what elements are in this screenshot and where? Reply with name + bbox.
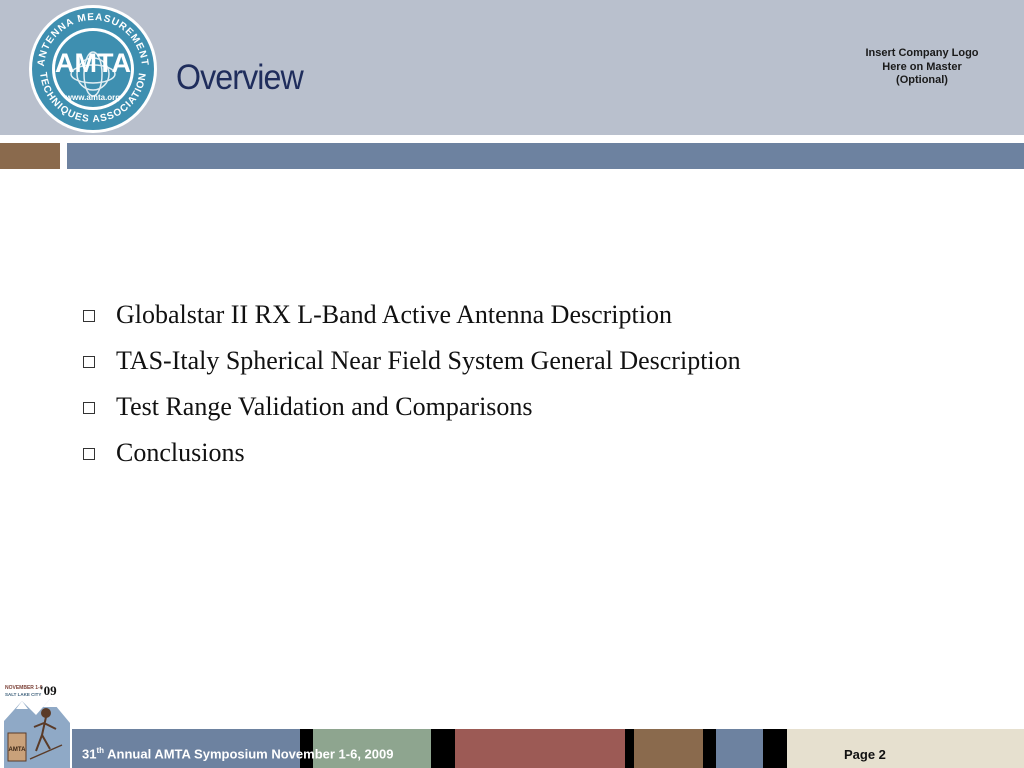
- company-logo-note-line: Here on Master: [882, 60, 962, 73]
- checkbox-bullet-icon: [83, 402, 95, 414]
- footer-segment-brown: [634, 729, 703, 768]
- checkbox-bullet-icon: [83, 448, 95, 460]
- footer-segment-red: [455, 729, 625, 768]
- logo-url: www.amta.org: [65, 93, 120, 102]
- accent-band-brown: [0, 143, 60, 169]
- slide-header: ANTENNA MEASUREMENT TECHNIQUES ASSOCIATI…: [0, 0, 1024, 135]
- footer-segment-beige: [787, 729, 1024, 768]
- amta-logo: ANTENNA MEASUREMENT TECHNIQUES ASSOCIATI…: [29, 5, 157, 133]
- event-number: 31: [82, 746, 97, 762]
- company-logo-note-line: (Optional): [896, 74, 948, 86]
- footer-segment-blue-2: [716, 729, 763, 768]
- slide-footer: 31th Annual AMTA Symposium November 1-6,…: [0, 729, 1024, 768]
- list-item: Globalstar II RX L-Band Active Antenna D…: [80, 296, 741, 342]
- footer-event-text: 31th Annual AMTA Symposium November 1-6,…: [82, 746, 393, 761]
- company-logo-placeholder: Insert Company Logo Here on Master (Opti…: [852, 47, 992, 88]
- checkbox-bullet-icon: [83, 356, 95, 368]
- footer-divider: [625, 729, 634, 768]
- bullet-text: Globalstar II RX L-Band Active Antenna D…: [116, 300, 672, 329]
- accent-band-blue: [67, 143, 1024, 169]
- footer-divider: [431, 729, 455, 768]
- page-number: Page 2: [844, 747, 886, 762]
- event-text: Annual AMTA Symposium November 1-6, 2009: [104, 746, 394, 762]
- list-item: TAS-Italy Spherical Near Field System Ge…: [80, 342, 741, 388]
- footer-divider: [703, 729, 716, 768]
- list-item: Conclusions: [80, 434, 741, 480]
- checkbox-bullet-icon: [83, 310, 95, 322]
- company-logo-note-line: Insert Company Logo: [865, 47, 979, 59]
- sym-logo-city: SALT LAKE CITY: [5, 692, 41, 697]
- sym-logo-date: NOVEMBER 1-6: [5, 685, 43, 691]
- bullet-list: Globalstar II RX L-Band Active Antenna D…: [80, 296, 741, 480]
- sym-logo-year: '09: [40, 683, 57, 698]
- logo-name: AMTA: [55, 48, 131, 78]
- bullet-text: Test Range Validation and Comparisons: [116, 392, 533, 421]
- footer-divider: [763, 729, 787, 768]
- bullet-text: Conclusions: [116, 438, 245, 467]
- sym-logo-badge: AMTA: [9, 747, 27, 753]
- slide-title: Overview: [176, 58, 304, 97]
- event-suffix: th: [96, 746, 105, 755]
- list-item: Test Range Validation and Comparisons: [80, 388, 741, 434]
- bullet-text: TAS-Italy Spherical Near Field System Ge…: [116, 346, 741, 375]
- symposium-logo: NOVEMBER 1-6 '09 SALT LAKE CITY AMTA: [4, 683, 70, 768]
